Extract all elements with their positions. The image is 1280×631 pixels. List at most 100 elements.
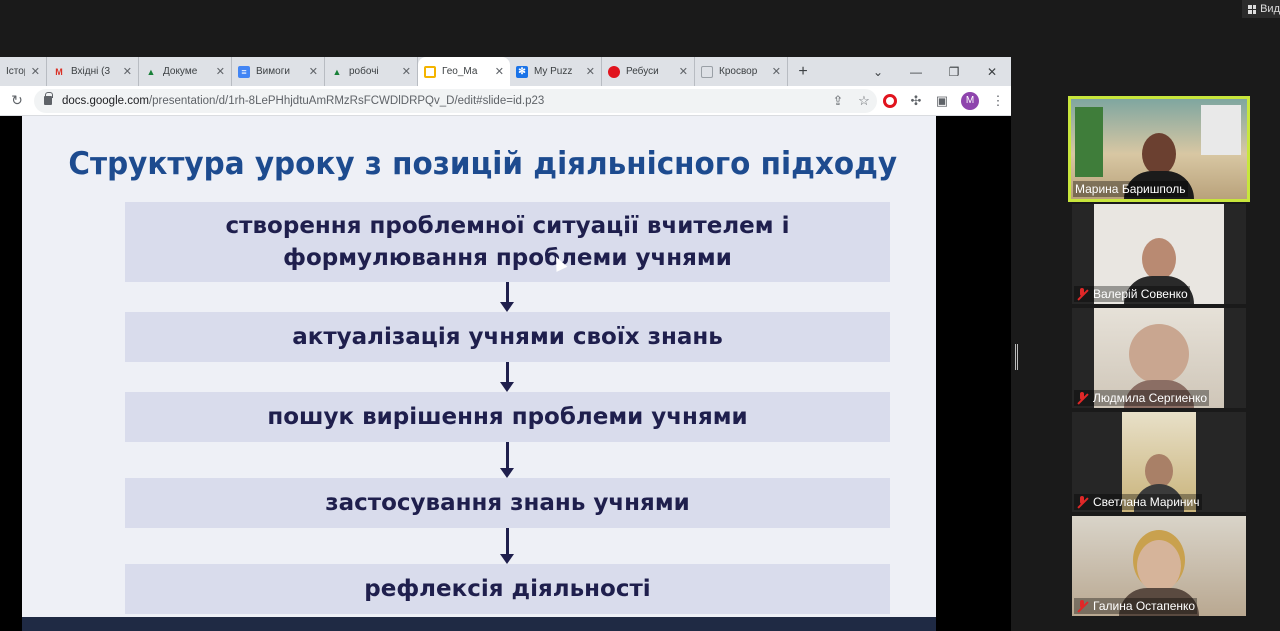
view-button[interactable]: Вид — [1242, 0, 1280, 18]
reload-icon[interactable]: ↻ — [0, 92, 34, 109]
bookshelf — [1075, 107, 1103, 177]
new-tab-button[interactable]: + — [788, 57, 818, 86]
step-text: формулювання проблеми учнями — [283, 245, 732, 271]
participant-name: Валерій Совенко — [1093, 287, 1188, 301]
close-window-icon[interactable]: ✕ — [973, 65, 1011, 79]
side-panel-icon[interactable]: ▣ — [929, 93, 955, 109]
slides-icon — [424, 65, 436, 78]
slide-footer-bar — [22, 617, 936, 631]
close-tab-icon[interactable]: ✕ — [586, 65, 595, 78]
close-tab-icon[interactable]: ✕ — [679, 65, 688, 78]
down-arrow-icon — [500, 528, 514, 564]
restore-icon[interactable]: ❐ — [935, 65, 973, 79]
extensions-puzzle-icon[interactable]: ✣ — [903, 93, 929, 109]
down-arrow-icon — [500, 362, 514, 392]
close-tab-icon[interactable]: ✕ — [309, 65, 318, 78]
tab-label: My Puzz — [534, 66, 573, 77]
step-box-2: актуалізація учнями своїх знань — [125, 312, 890, 362]
tab-search-icon[interactable]: ⌄ — [859, 65, 897, 79]
tab-geo-slides[interactable]: Гео_Ма ✕ — [418, 57, 510, 86]
step-box-3: пошук вирішення проблеми учнями — [125, 392, 890, 442]
participant-name-label: Светлана Маринич — [1074, 494, 1202, 510]
panel-resize-handle[interactable] — [1015, 344, 1018, 370]
tab-label: Кросвор — [719, 66, 758, 77]
participant-tile[interactable]: Галина Остапенко — [1072, 516, 1246, 616]
participant-tile[interactable]: Светлана Маринич — [1072, 412, 1246, 512]
url-field[interactable]: docs.google.com /presentation/d/1rh-8LeP… — [34, 88, 877, 113]
step-text: актуалізація учнями своїх знань — [292, 324, 723, 350]
step-text: пошук вирішення проблеми учнями — [267, 404, 748, 430]
participant-name: Людмила Сергиенко — [1093, 391, 1208, 405]
window — [1201, 105, 1241, 155]
tab-label: Історі — [6, 66, 25, 77]
muted-mic-icon — [1076, 495, 1089, 509]
tab-label: Вхідні (3 — [71, 66, 111, 77]
down-arrow-icon — [500, 442, 514, 478]
drive-icon: ▲ — [332, 66, 342, 77]
step-box-1: створення проблемної ситуації вчителем і… — [125, 202, 890, 282]
participant-name: Галина Остапенко — [1093, 599, 1196, 613]
url-host: docs.google.com — [62, 94, 149, 107]
participant-name-label: Валерій Совенко — [1074, 286, 1190, 302]
close-tab-icon[interactable]: ✕ — [123, 65, 132, 78]
view-label: Вид — [1260, 3, 1280, 15]
share-icon[interactable]: ⇪ — [825, 93, 851, 109]
step-text: рефлексія діяльності — [364, 576, 651, 602]
participant-tile[interactable]: Марина Баришполь — [1068, 96, 1250, 202]
tab-history[interactable]: Історі ✕ — [0, 57, 47, 86]
puzzle-icon: ✻ — [516, 65, 528, 78]
close-tab-icon[interactable]: ✕ — [216, 65, 225, 78]
tab-drive-documents[interactable]: ▲ Докуме ✕ — [139, 57, 232, 86]
menu-dots-icon[interactable]: ⋮ — [985, 93, 1011, 109]
close-tab-icon[interactable]: ✕ — [495, 65, 504, 78]
bookmark-star-icon[interactable]: ☆ — [851, 93, 877, 109]
tab-crossword[interactable]: Кросвор ✕ — [695, 57, 788, 86]
close-tab-icon[interactable]: ✕ — [402, 65, 411, 78]
tab-requirements[interactable]: ≡ Вимоги ✕ — [232, 57, 325, 86]
tab-working-files[interactable]: ▲ робочі ✕ — [325, 57, 418, 86]
step-text: застосування знань учнями — [325, 490, 690, 516]
gallery-view-icon — [1248, 4, 1257, 14]
docs-icon: ≡ — [238, 65, 250, 78]
tab-rebuses[interactable]: Ребуси ✕ — [602, 57, 695, 86]
address-bar: ↻ docs.google.com /presentation/d/1rh-8L… — [0, 86, 1011, 116]
profile-avatar[interactable]: M — [961, 91, 979, 110]
tab-my-puzzle[interactable]: ✻ My Puzz ✕ — [510, 57, 602, 86]
url-path: /presentation/d/1rh-8LePHhjdtuAmRMzRsFCW… — [148, 94, 545, 107]
tab-label: Ребуси — [626, 66, 659, 77]
zoom-meeting-window: Вид Історі ✕ M Вхідні (3 ✕ ▲ Докуме ✕ ≡ … — [0, 0, 1280, 631]
down-arrow-icon — [500, 282, 514, 312]
step-box-5: рефлексія діяльності — [125, 564, 890, 614]
muted-mic-icon — [1076, 287, 1089, 301]
participant-tile[interactable]: Валерій Совенко — [1072, 204, 1246, 304]
tab-gmail[interactable]: M Вхідні (3 ✕ — [47, 57, 139, 86]
tab-strip: Історі ✕ M Вхідні (3 ✕ ▲ Докуме ✕ ≡ Вимо… — [0, 57, 1011, 86]
participant-name: Светлана Маринич — [1093, 495, 1200, 509]
presentation-stage: Структура уроку з позицій діяльнісного п… — [0, 116, 1011, 631]
crossword-icon — [701, 65, 713, 78]
participant-name-label: Людмила Сергиенко — [1074, 390, 1210, 406]
window-controls: ⌄ — ❐ ✕ — [859, 57, 1011, 86]
tab-label: Гео_Ма — [442, 66, 478, 77]
opera-icon — [608, 65, 620, 78]
participant-name-label: Галина Остапенко — [1074, 598, 1198, 614]
shared-screen-browser: Історі ✕ M Вхідні (3 ✕ ▲ Докуме ✕ ≡ Вимо… — [0, 57, 1011, 631]
participant-tile[interactable]: Людмила Сергиенко — [1072, 308, 1246, 408]
close-tab-icon[interactable]: ✕ — [31, 65, 40, 78]
minimize-icon[interactable]: — — [897, 65, 935, 79]
tab-label: Вимоги — [256, 66, 290, 77]
lock-icon[interactable] — [44, 92, 53, 105]
close-tab-icon[interactable]: ✕ — [772, 65, 781, 78]
tab-label: Докуме — [163, 66, 198, 77]
drive-icon: ▲ — [146, 66, 156, 77]
plus-icon: + — [798, 62, 808, 80]
slide: Структура уроку з позицій діяльнісного п… — [22, 116, 936, 631]
opera-extension-icon[interactable] — [883, 93, 897, 108]
step-text: створення проблемної ситуації вчителем і — [225, 213, 790, 239]
gmail-icon: M — [55, 66, 63, 77]
tab-label: робочі — [349, 66, 379, 77]
step-box-4: застосування знань учнями — [125, 478, 890, 528]
slide-title: Структура уроку з позицій діяльнісного п… — [68, 146, 898, 182]
muted-mic-icon — [1076, 391, 1089, 405]
participant-name-label: Марина Баришполь — [1073, 181, 1188, 197]
